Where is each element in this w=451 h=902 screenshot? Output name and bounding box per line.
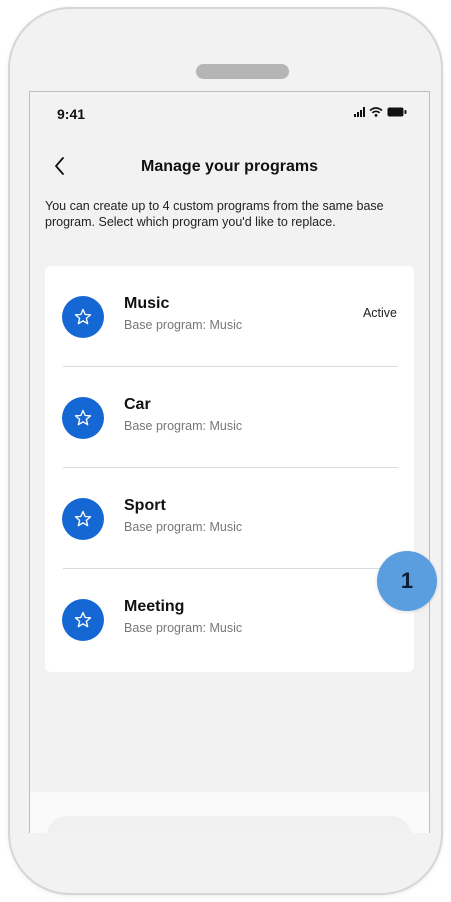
step-badge: 1 [377, 551, 437, 611]
star-icon [74, 510, 92, 527]
page-description: You can create up to 4 custom programs f… [45, 199, 384, 229]
program-icon [62, 599, 104, 641]
program-icon [62, 498, 104, 540]
bottom-action-button[interactable] [46, 816, 412, 833]
app-screen: 9:41 Manage your programs You can create… [29, 91, 430, 833]
star-icon [74, 409, 92, 426]
program-base: Base program: Music [124, 419, 243, 433]
status-icons [354, 107, 407, 117]
chevron-left-icon [55, 157, 64, 175]
battery-icon [387, 107, 407, 117]
active-status-label: Active [362, 306, 397, 320]
program-icon [62, 296, 104, 338]
program-base: Base program: Music [124, 520, 243, 534]
program-name: Sport [124, 497, 166, 514]
page-title: Manage your programs [141, 158, 318, 175]
back-button[interactable] [48, 154, 72, 178]
signal-icon [354, 107, 365, 117]
program-item-meeting[interactable]: Meeting Base program: Music [45, 569, 414, 670]
wifi-icon [369, 107, 383, 117]
program-name: Music [124, 295, 170, 312]
program-list: Music Base program: Music Active Car Bas… [45, 266, 414, 672]
program-icon [62, 397, 104, 439]
status-time: 9:41 [57, 106, 86, 122]
program-base: Base program: Music [124, 318, 243, 332]
program-name: Meeting [124, 598, 185, 615]
star-icon [74, 308, 92, 325]
program-item-car[interactable]: Car Base program: Music [45, 367, 414, 468]
bottom-panel [30, 792, 429, 833]
program-name: Car [124, 396, 151, 413]
program-item-music[interactable]: Music Base program: Music Active [45, 266, 414, 367]
program-item-sport[interactable]: Sport Base program: Music [45, 468, 414, 569]
star-icon [74, 611, 92, 628]
program-base: Base program: Music [124, 621, 243, 635]
phone-speaker [196, 64, 289, 79]
